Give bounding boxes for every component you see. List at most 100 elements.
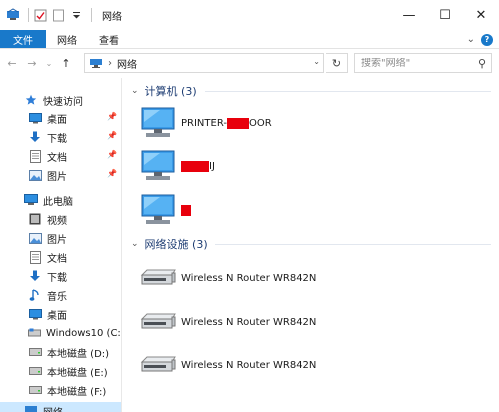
- sidebar-item-downloads-pinned[interactable]: 下载 📌: [0, 128, 121, 146]
- sidebar-item-desktop[interactable]: 桌面: [0, 305, 121, 323]
- sidebar-item-pictures[interactable]: 图片: [0, 229, 121, 247]
- close-button[interactable]: ✕: [463, 0, 499, 30]
- network-icon: [24, 404, 38, 412]
- computer-item[interactable]: [139, 190, 191, 230]
- music-icon: [28, 288, 42, 302]
- sidebar-item-label: 文档: [47, 152, 67, 164]
- tab-view[interactable]: 查看: [88, 30, 130, 48]
- download-icon: [28, 269, 42, 283]
- customize-toolbar-chevron-icon[interactable]: [69, 8, 83, 22]
- recent-locations-chevron-icon[interactable]: ⌄: [44, 54, 54, 72]
- sidebar-item-desktop-pinned[interactable]: 桌面 📌: [0, 109, 121, 127]
- sidebar-item-music[interactable]: 音乐: [0, 286, 121, 304]
- minimize-button[interactable]: —: [391, 0, 427, 30]
- pin-icon[interactable]: 📌: [107, 169, 117, 178]
- maximize-button[interactable]: ☐: [427, 0, 463, 30]
- documents-icon: [28, 149, 42, 163]
- search-box[interactable]: ⚲: [354, 53, 492, 73]
- group-title: 网络设施 (3): [144, 238, 208, 251]
- router-item[interactable]: Wireless N Router WR842N: [139, 258, 316, 298]
- group-header-computers[interactable]: ⌄ 计算机 (3): [131, 83, 197, 99]
- breadcrumb-chevron-icon[interactable]: ›: [108, 58, 112, 69]
- sidebar-item-videos[interactable]: 视频: [0, 210, 121, 228]
- sidebar-item-network[interactable]: 网络: [0, 402, 121, 412]
- sidebar-item-pictures-pinned[interactable]: 图片 📌: [0, 166, 121, 184]
- tab-file[interactable]: 文件: [0, 30, 46, 48]
- sidebar-item-label: Windows10 (C:): [46, 327, 122, 339]
- group-divider: [215, 244, 491, 245]
- navigation-bar: ← → ⌄ ↑ › 网络 ⌄ ↻ ⚲: [0, 50, 499, 76]
- ribbon-right-controls: ⌄ ?: [467, 30, 493, 49]
- pin-icon[interactable]: 📌: [107, 131, 117, 140]
- forward-button[interactable]: →: [24, 54, 40, 72]
- sidebar-item-label: 视频: [47, 215, 67, 227]
- sidebar-item-documents-pinned[interactable]: 文档 📌: [0, 147, 121, 165]
- computer-icon: [139, 192, 177, 228]
- sidebar-item-label: 网络: [43, 404, 63, 412]
- router-item[interactable]: Wireless N Router WR842N: [139, 302, 316, 342]
- network-location-icon: [89, 57, 103, 69]
- pin-icon[interactable]: 📌: [107, 150, 117, 159]
- sidebar-item-label: 桌面: [47, 310, 67, 322]
- address-history-dropdown-icon[interactable]: ⌄: [313, 57, 320, 66]
- sidebar-item-label: 音乐: [47, 291, 67, 303]
- sidebar-item-quick-access[interactable]: 快速访问: [0, 91, 121, 109]
- star-icon: [24, 93, 38, 107]
- computer-icon: [139, 148, 177, 184]
- sidebar-item-label: 此电脑: [43, 196, 73, 208]
- router-item[interactable]: Wireless N Router WR842N: [139, 345, 316, 385]
- collapse-chevron-icon[interactable]: ⌄: [131, 86, 139, 96]
- back-button[interactable]: ←: [4, 54, 20, 72]
- sidebar-item-label: 图片: [47, 171, 67, 183]
- pictures-icon: [28, 168, 42, 182]
- sidebar-item-drive-f[interactable]: 本地磁盘 (F:): [0, 381, 121, 399]
- window-controls: — ☐ ✕: [391, 0, 499, 30]
- sidebar-item-label: 本地磁盘 (D:): [47, 348, 110, 360]
- drive-icon: [28, 345, 42, 359]
- router-name: Wireless N Router WR842N: [181, 316, 317, 328]
- computer-name-suffix: OOR: [249, 117, 272, 129]
- content-pane: ⌄ 计算机 (3) PRINTER- OOR IJ ⌄ 网络设施 (3) Wir…: [123, 78, 499, 412]
- network-app-icon[interactable]: [6, 8, 20, 22]
- router-icon: [139, 347, 177, 383]
- toolbar-divider: [91, 8, 92, 22]
- computer-name: IJ: [181, 160, 215, 172]
- collapse-chevron-icon[interactable]: ⌄: [131, 239, 139, 249]
- search-input[interactable]: [361, 57, 471, 69]
- breadcrumb-network[interactable]: 网络: [117, 56, 137, 71]
- drive-icon: [28, 364, 42, 378]
- properties-icon[interactable]: [33, 8, 47, 22]
- address-bar[interactable]: › 网络 ⌄: [84, 53, 324, 73]
- sidebar-item-label: 文档: [47, 253, 67, 265]
- redaction-mark: [181, 160, 209, 172]
- router-icon: [139, 260, 177, 296]
- computer-icon: [139, 105, 177, 141]
- sidebar-item-label: 快速访问: [43, 96, 83, 108]
- vertical-scrollbar[interactable]: [493, 78, 499, 412]
- redaction-mark: [227, 117, 249, 129]
- computer-name-prefix: PRINTER-: [181, 117, 227, 129]
- sidebar-item-drive-d[interactable]: 本地磁盘 (D:): [0, 343, 121, 361]
- sidebar-item-downloads[interactable]: 下载: [0, 267, 121, 285]
- sidebar-item-label: 桌面: [47, 114, 67, 126]
- sidebar-item-drive-e[interactable]: 本地磁盘 (E:): [0, 362, 121, 380]
- tab-network[interactable]: 网络: [46, 30, 88, 48]
- sidebar-item-documents[interactable]: 文档: [0, 248, 121, 266]
- computer-item[interactable]: PRINTER- OOR: [139, 103, 272, 143]
- computer-item[interactable]: IJ: [139, 146, 215, 186]
- up-button[interactable]: ↑: [58, 54, 74, 72]
- router-name: Wireless N Router WR842N: [181, 272, 317, 284]
- title-bar: 网络 — ☐ ✕: [0, 0, 499, 30]
- new-folder-icon[interactable]: [51, 8, 65, 22]
- sidebar-item-this-pc[interactable]: 此电脑: [0, 191, 121, 209]
- desktop-icon: [28, 111, 42, 125]
- help-icon[interactable]: ?: [481, 33, 493, 46]
- sidebar-item-drive-c[interactable]: Windows10 (C:): [0, 324, 122, 342]
- search-icon[interactable]: ⚲: [478, 57, 486, 70]
- group-header-network-infrastructure[interactable]: ⌄ 网络设施 (3): [131, 236, 208, 252]
- sidebar-item-label: 本地磁盘 (F:): [47, 386, 107, 398]
- pin-icon[interactable]: 📌: [107, 112, 117, 121]
- refresh-button[interactable]: ↻: [326, 53, 348, 73]
- expand-ribbon-chevron-icon[interactable]: ⌄: [467, 34, 475, 45]
- router-icon: [139, 304, 177, 340]
